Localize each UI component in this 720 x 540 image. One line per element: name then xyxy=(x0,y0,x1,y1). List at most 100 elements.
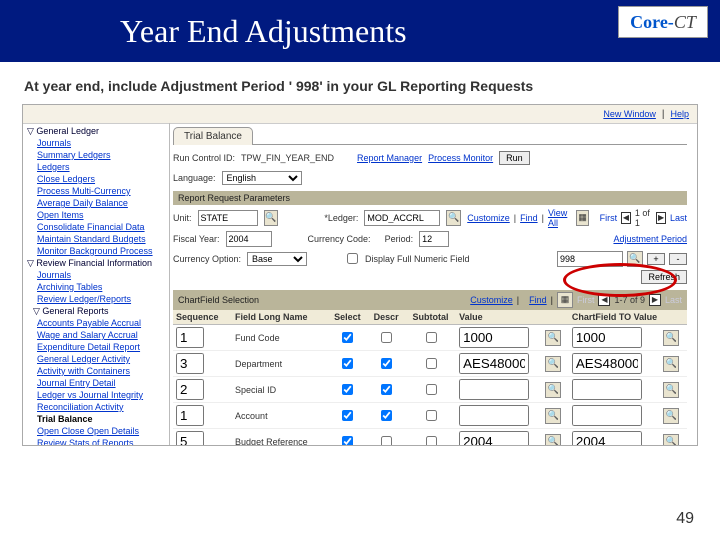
sidebar-item[interactable]: Activity with Containers xyxy=(37,365,165,377)
select-checkbox[interactable] xyxy=(342,410,353,421)
view-all-link[interactable]: View All xyxy=(548,208,572,228)
sidebar-item[interactable]: Ledger vs Journal Integrity xyxy=(37,389,165,401)
sidebar-item[interactable]: Maintain Standard Budgets xyxy=(37,233,165,245)
tab-trial-balance[interactable]: Trial Balance xyxy=(173,127,253,145)
unit-input[interactable] xyxy=(198,210,258,226)
sidebar-item[interactable]: Reconciliation Activity xyxy=(37,401,165,413)
sidebar-item[interactable]: Average Daily Balance xyxy=(37,197,165,209)
sidebar-item[interactable]: General Ledger Activity xyxy=(37,353,165,365)
descr-checkbox[interactable] xyxy=(381,384,392,395)
to-value-input[interactable] xyxy=(572,405,642,426)
sidebar-item[interactable]: Journals xyxy=(37,269,165,281)
lookup-icon[interactable]: 🔍 xyxy=(545,382,561,398)
last-label[interactable]: Last xyxy=(670,213,687,223)
lookup-icon[interactable]: 🔍 xyxy=(663,408,679,424)
prev-icon[interactable]: ◀ xyxy=(621,212,631,224)
lookup-icon[interactable]: 🔍 xyxy=(446,210,461,226)
lookup-icon[interactable]: 🔍 xyxy=(545,408,561,424)
subtotal-checkbox[interactable] xyxy=(426,358,437,369)
cf-customize-link[interactable]: Customize xyxy=(470,295,513,305)
sidebar-item[interactable]: Open Items xyxy=(37,209,165,221)
sidebar-item-trial-balance[interactable]: Trial Balance xyxy=(37,413,165,425)
sidebar-item[interactable]: Review Ledger/Reports xyxy=(37,293,165,305)
nav-subhead[interactable]: ▽ General Reports xyxy=(33,305,165,317)
seq-input[interactable] xyxy=(176,327,204,348)
lookup-icon[interactable]: 🔍 xyxy=(264,210,279,226)
to-value-input[interactable] xyxy=(572,379,642,400)
value-input[interactable] xyxy=(459,379,529,400)
language-select[interactable]: English xyxy=(222,171,302,185)
select-checkbox[interactable] xyxy=(342,384,353,395)
nav-sub[interactable]: ▽ Review Financial Information xyxy=(27,257,165,269)
display-full-numeric-checkbox[interactable] xyxy=(347,253,358,264)
lookup-icon[interactable]: 🔍 xyxy=(663,382,679,398)
lookup-icon[interactable]: 🔍 xyxy=(545,356,561,372)
next-icon[interactable]: ▶ xyxy=(656,212,666,224)
sidebar-item[interactable]: Consolidate Financial Data xyxy=(37,221,165,233)
lookup-icon[interactable]: 🔍 xyxy=(627,251,643,267)
subtotal-checkbox[interactable] xyxy=(426,332,437,343)
new-window-link[interactable]: New Window xyxy=(603,109,656,119)
customize-link[interactable]: Customize xyxy=(467,213,510,223)
run-button[interactable]: Run xyxy=(499,151,530,165)
sidebar-item[interactable]: Summary Ledgers xyxy=(37,149,165,161)
nav-root[interactable]: ▽ General Ledger xyxy=(27,125,165,137)
sidebar-item[interactable]: Archiving Tables xyxy=(37,281,165,293)
sidebar-item[interactable]: Review Stats of Reports xyxy=(37,437,165,445)
to-value-input[interactable] xyxy=(572,353,642,374)
fiscal-year-input[interactable] xyxy=(226,231,272,247)
sidebar-item[interactable]: Expenditure Detail Report xyxy=(37,341,165,353)
lookup-icon[interactable]: 🔍 xyxy=(545,434,561,447)
sidebar-item[interactable]: Monitor Background Process xyxy=(37,245,165,257)
sidebar-item[interactable]: Close Ledgers xyxy=(37,173,165,185)
find-link[interactable]: Find xyxy=(520,213,538,223)
ledger-input[interactable] xyxy=(364,210,440,226)
value-input[interactable] xyxy=(459,327,529,348)
subtotal-checkbox[interactable] xyxy=(426,384,437,395)
report-manager-link[interactable]: Report Manager xyxy=(357,153,422,163)
remove-row-button[interactable]: - xyxy=(669,253,687,265)
select-checkbox[interactable] xyxy=(342,436,353,446)
period-input[interactable] xyxy=(419,231,449,247)
currency-option-select[interactable]: Base xyxy=(247,252,307,266)
select-checkbox[interactable] xyxy=(342,332,353,343)
lookup-icon[interactable]: 🔍 xyxy=(663,434,679,447)
sidebar-item[interactable]: Journals xyxy=(37,137,165,149)
first-label[interactable]: First xyxy=(600,213,618,223)
select-checkbox[interactable] xyxy=(342,358,353,369)
sidebar-item[interactable]: Process Multi-Currency xyxy=(37,185,165,197)
value-input[interactable] xyxy=(459,431,529,446)
descr-checkbox[interactable] xyxy=(381,332,392,343)
subtotal-checkbox[interactable] xyxy=(426,410,437,421)
next-icon[interactable]: ▶ xyxy=(649,294,661,306)
process-monitor-link[interactable]: Process Monitor xyxy=(428,153,493,163)
sidebar-item[interactable]: Open Close Open Details xyxy=(37,425,165,437)
sidebar-item[interactable]: Ledgers xyxy=(37,161,165,173)
descr-checkbox[interactable] xyxy=(381,436,392,446)
seq-input[interactable] xyxy=(176,405,204,426)
value-input[interactable] xyxy=(459,353,529,374)
sidebar-item[interactable]: Accounts Payable Accrual xyxy=(37,317,165,329)
adjustment-period-input[interactable] xyxy=(557,251,623,267)
seq-input[interactable] xyxy=(176,431,204,446)
lookup-icon[interactable]: 🔍 xyxy=(663,356,679,372)
descr-checkbox[interactable] xyxy=(381,410,392,421)
lookup-icon[interactable]: 🔍 xyxy=(545,330,561,346)
subtotal-checkbox[interactable] xyxy=(426,436,437,446)
seq-input[interactable] xyxy=(176,379,204,400)
help-link[interactable]: Help xyxy=(670,109,689,119)
refresh-button[interactable]: Refresh xyxy=(641,270,687,284)
sidebar-item[interactable]: Journal Entry Detail xyxy=(37,377,165,389)
cf-find-link[interactable]: Find xyxy=(529,295,547,305)
to-value-input[interactable] xyxy=(572,327,642,348)
add-row-button[interactable]: + xyxy=(647,253,665,265)
grid-icon[interactable]: ▦ xyxy=(576,210,589,226)
grid-icon[interactable]: ▦ xyxy=(557,292,573,308)
seq-input[interactable] xyxy=(176,353,204,374)
prev-icon[interactable]: ◀ xyxy=(598,294,610,306)
sidebar-item[interactable]: Wage and Salary Accrual xyxy=(37,329,165,341)
lookup-icon[interactable]: 🔍 xyxy=(663,330,679,346)
descr-checkbox[interactable] xyxy=(381,358,392,369)
value-input[interactable] xyxy=(459,405,529,426)
to-value-input[interactable] xyxy=(572,431,642,446)
